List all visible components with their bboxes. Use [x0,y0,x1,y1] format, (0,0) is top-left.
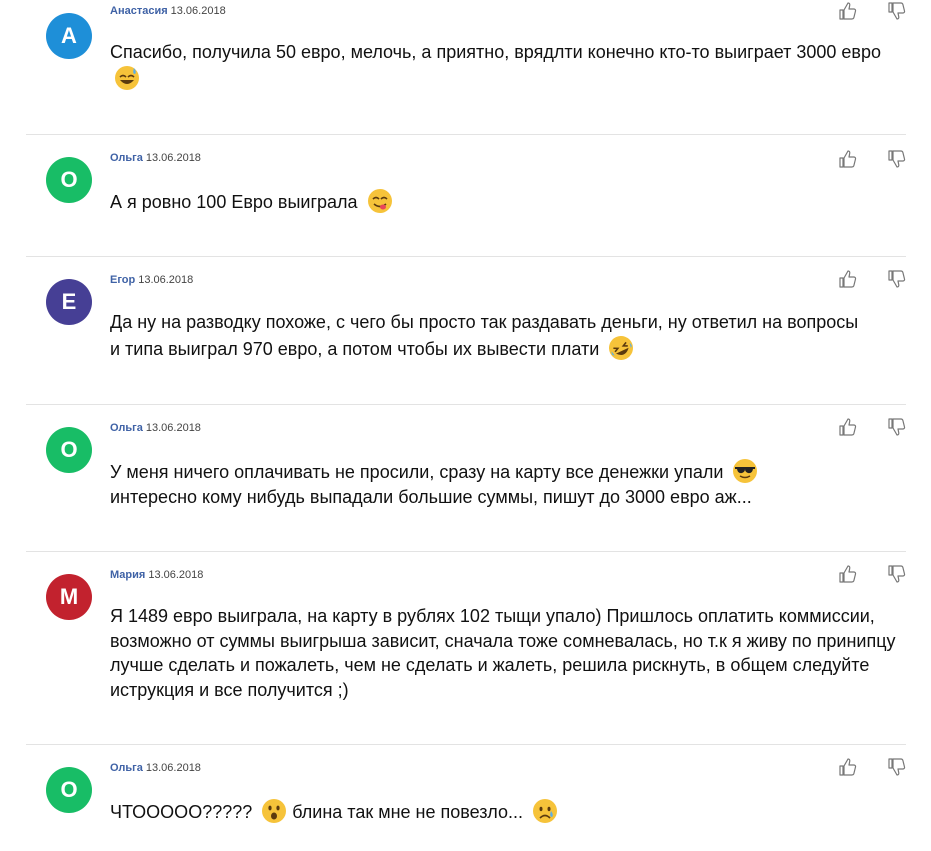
comment-text-main: ЧТОООOO????? [110,802,253,822]
avatar[interactable]: Е [46,279,92,325]
comment-feed: А Анастасия 13.06.2018 Спасибо, получила … [0,0,931,851]
thumbs-down-icon [888,150,906,168]
comment-text: ЧТОООOO????? блина так мне не повезло... [110,798,910,825]
comment-text-main: Спасибо, получила 50 евро, мелочь, а при… [110,42,882,62]
dislike-button[interactable] [887,149,907,169]
comment-text: Спасибо, получила 50 евро, мелочь, а при… [110,40,890,91]
like-button[interactable] [838,417,858,437]
like-button[interactable] [838,149,858,169]
rofl-emoji-icon [609,335,634,360]
avatar[interactable]: А [46,13,92,59]
thumbs-down-icon [888,2,906,20]
avatar-letter: М [59,584,79,609]
author-name[interactable]: Ольга [110,152,143,164]
comment-text-main: Да ну на разводку похоже, с чего бы прос… [110,312,859,359]
dislike-button[interactable] [887,1,907,21]
author-name[interactable]: Ольга [110,422,143,434]
comment-date: 13.06.2018 [138,274,194,286]
thumbs-up-icon [839,418,857,436]
like-button[interactable] [838,564,858,584]
comment-item: М Мария 13.06.2018 Я 1489 евро выиграла, … [0,552,931,744]
avatar-letter: О [60,777,78,802]
comment-item: А Анастасия 13.06.2018 Спасибо, получила … [0,0,931,134]
thumbs-down-icon [888,565,906,583]
like-button[interactable] [838,1,858,21]
comment-meta: Мария 13.06.2018 [110,569,203,582]
thumbs-up-icon [839,270,857,288]
comment-text-main: А я ровно 100 Евро выиграла [110,192,358,212]
dislike-button[interactable] [887,564,907,584]
author-name[interactable]: Егор [110,274,135,286]
comment-text-continued: блина так мне не повезло... [292,802,524,822]
like-button[interactable] [838,757,858,777]
yum-emoji-icon [367,189,392,213]
thumbs-up-icon [839,150,857,168]
avatar-letter: О [60,167,78,192]
comment-meta: Ольга 13.06.2018 [110,762,201,775]
avatar-letter: А [61,23,77,48]
comment-meta: Ольга 13.06.2018 [110,152,201,165]
comment-date: 13.06.2018 [148,569,204,581]
comment-item: О Ольга 13.06.2018 А я ровно 100 Евро выи… [0,135,931,256]
comment-date: 13.06.2018 [145,422,201,434]
sweat-smile-emoji-icon [115,65,139,90]
sunglasses-emoji-icon [733,459,758,483]
thumbs-up-icon [839,565,857,583]
comment-text-continued: интересно кому нибудь выпадали большие с… [110,486,752,507]
avatar[interactable]: М [46,574,92,620]
sad-tear-emoji-icon [533,799,558,823]
comment-text: Я 1489 евро выиграла, на карту в рублях … [110,604,910,702]
comment-meta: Ольга 13.06.2018 [110,422,201,435]
avatar[interactable]: О [46,427,92,473]
dislike-button[interactable] [887,269,907,289]
avatar[interactable]: О [46,767,92,813]
like-button[interactable] [838,269,858,289]
comment-text: Да ну на разводку похоже, с чего бы прос… [110,310,870,361]
thumbs-down-icon [888,758,906,776]
comment-date: 13.06.2018 [170,5,226,17]
thumbs-down-icon [888,270,906,288]
comment-item: Е Егор 13.06.2018 Да ну на разводку похож… [0,257,931,404]
author-name[interactable]: Мария [110,569,145,581]
dislike-button[interactable] [887,417,907,437]
author-name[interactable]: Ольга [110,762,143,774]
thumbs-up-icon [839,2,857,20]
comment-text: У меня ничего оплачивать не просили, сра… [110,458,890,509]
avatar-letter: Е [61,289,77,314]
comment-text: А я ровно 100 Евро выиграла [110,188,910,215]
author-name[interactable]: Анастасия [110,5,168,17]
comment-date: 13.06.2018 [145,152,201,164]
comment-meta: Анастасия 13.06.2018 [110,5,226,18]
avatar[interactable]: О [46,157,92,203]
comment-date: 13.06.2018 [145,762,201,774]
comment-meta: Егор 13.06.2018 [110,274,193,287]
avatar-letter: О [60,437,78,462]
comment-item: О Ольга 13.06.2018 ЧТОООOO????? блина так… [0,745,931,851]
comment-text-main: У меня ничего оплачивать не просили, сра… [110,462,724,482]
comment-item: О Ольга 13.06.2018 У меня ничего оплачива… [0,405,931,551]
thumbs-down-icon [888,418,906,436]
thumbs-up-icon [839,758,857,776]
hushed-emoji-icon [262,799,287,823]
dislike-button[interactable] [887,757,907,777]
comment-text-main: Я 1489 евро выиграла, на карту в рублях … [110,606,896,700]
